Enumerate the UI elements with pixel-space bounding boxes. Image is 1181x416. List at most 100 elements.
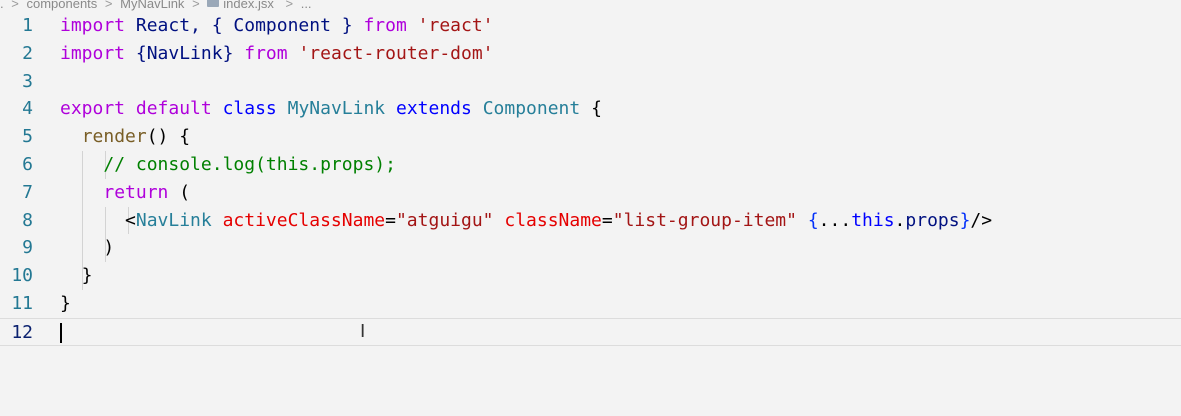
breadcrumb-item-components[interactable]: components xyxy=(26,0,97,11)
code-token: activeClassName xyxy=(222,209,386,231)
code-token: = xyxy=(385,209,396,231)
code-line-6[interactable]: 6 // console.log(this.props); xyxy=(0,150,1181,179)
breadcrumb-item-file[interactable]: index.jsx xyxy=(207,0,278,11)
code-text[interactable]: return ( xyxy=(60,179,190,207)
code-token: < xyxy=(60,209,136,231)
code-token: NavLink xyxy=(135,209,212,231)
code-line-12[interactable]: 12 I xyxy=(0,317,1181,346)
code-token: props xyxy=(905,209,960,231)
code-token: from xyxy=(244,42,288,64)
breadcrumb-separator: > xyxy=(104,0,113,11)
code-token: ) xyxy=(60,237,115,259)
line-number: 6 xyxy=(22,153,33,175)
code-text[interactable]: export default class MyNavLink extends C… xyxy=(60,95,602,123)
line-number: 8 xyxy=(22,209,33,231)
code-token: React, { Component } xyxy=(125,15,364,36)
code-text[interactable]: render() { xyxy=(60,123,190,151)
code-token: } xyxy=(959,209,971,231)
code-line-8[interactable]: 8 <NavLink activeClassName="atguigu" cla… xyxy=(0,206,1181,235)
code-token: 'react' xyxy=(417,15,494,36)
breadcrumb: . > components > MyNavLink > index.jsx >… xyxy=(0,0,316,11)
code-token: className xyxy=(504,209,602,231)
code-token: } xyxy=(60,265,93,287)
code-token: export xyxy=(60,98,126,120)
code-token: ... xyxy=(818,209,852,231)
code-line-1[interactable]: 1 import React, { Component } from 'react… xyxy=(0,12,1181,40)
code-token: return xyxy=(103,181,169,203)
code-line-4[interactable]: 4 export default class MyNavLink extends … xyxy=(0,95,1181,123)
code-line-10[interactable]: 10 } xyxy=(0,262,1181,290)
line-number: 2 xyxy=(22,42,33,64)
code-token: () { xyxy=(146,126,191,148)
code-token: "atguigu" xyxy=(395,209,494,231)
code-token: MyNavLink xyxy=(287,98,386,120)
code-text[interactable]: } xyxy=(60,290,71,318)
code-token: default xyxy=(135,98,212,120)
code-editor[interactable]: 1 import React, { Component } from 'react… xyxy=(0,12,1181,346)
code-token: extends xyxy=(396,98,472,120)
code-line-2[interactable]: 2 import {NavLink} from 'react-router-dom… xyxy=(0,40,1181,68)
line-number: 12 xyxy=(11,321,33,343)
code-text[interactable]: import React, { Component } from 'react' xyxy=(60,12,494,40)
code-token: { xyxy=(580,98,602,120)
code-token: . xyxy=(894,209,906,231)
text-cursor xyxy=(60,322,62,343)
code-token: /> xyxy=(970,209,993,231)
code-token: Component xyxy=(482,98,581,120)
code-token: // console.log(this.props); xyxy=(103,153,396,175)
code-token: import xyxy=(60,15,126,36)
code-token: "list-group-item" xyxy=(612,209,797,231)
line-number: 3 xyxy=(22,70,33,92)
breadcrumb-item-mynavlink[interactable]: MyNavLink xyxy=(120,0,184,11)
code-token: = xyxy=(601,209,613,231)
code-text[interactable]: <NavLink activeClassName="atguigu" class… xyxy=(60,207,992,235)
line-number: 1 xyxy=(22,15,33,36)
code-line-3[interactable]: 3 xyxy=(0,68,1181,96)
code-token: } xyxy=(60,292,71,314)
code-text[interactable]: import {NavLink} from 'react-router-dom' xyxy=(60,40,494,68)
code-token: { xyxy=(807,209,819,231)
code-token: render xyxy=(81,126,147,148)
breadcrumb-item-folder-partial[interactable]: . xyxy=(0,0,4,11)
line-number: 5 xyxy=(22,126,33,148)
breadcrumb-separator: > xyxy=(11,0,19,11)
breadcrumb-separator: > xyxy=(285,0,294,11)
code-text[interactable]: // console.log(this.props); xyxy=(60,151,396,179)
mouse-ibeam-cursor-icon: I xyxy=(360,320,366,342)
code-token: from xyxy=(363,15,407,36)
code-line-11[interactable]: 11} xyxy=(0,290,1181,318)
code-text[interactable]: ) xyxy=(60,234,114,262)
code-token: import xyxy=(60,42,126,64)
code-token: {NavLink} xyxy=(125,42,245,64)
breadcrumb-file-label: index.jsx xyxy=(223,0,274,11)
line-number: 7 xyxy=(22,181,33,203)
line-number: 11 xyxy=(11,292,33,314)
breadcrumb-item-symbols[interactable]: ... xyxy=(301,0,312,11)
line-number: 9 xyxy=(22,237,33,259)
react-file-icon xyxy=(207,0,220,7)
code-line-9[interactable]: 9 ) xyxy=(0,234,1181,263)
code-token: ( xyxy=(168,181,191,203)
code-line-7[interactable]: 7 return ( xyxy=(0,178,1181,207)
code-line-5[interactable]: 5 render() { xyxy=(0,123,1181,151)
breadcrumb-separator: > xyxy=(192,0,200,11)
code-token: this xyxy=(851,209,895,231)
line-number: 4 xyxy=(22,98,33,120)
code-token: 'react-router-dom' xyxy=(298,42,494,64)
code-token: class xyxy=(222,98,277,120)
line-number: 10 xyxy=(11,265,33,287)
code-text[interactable]: } xyxy=(60,262,93,290)
